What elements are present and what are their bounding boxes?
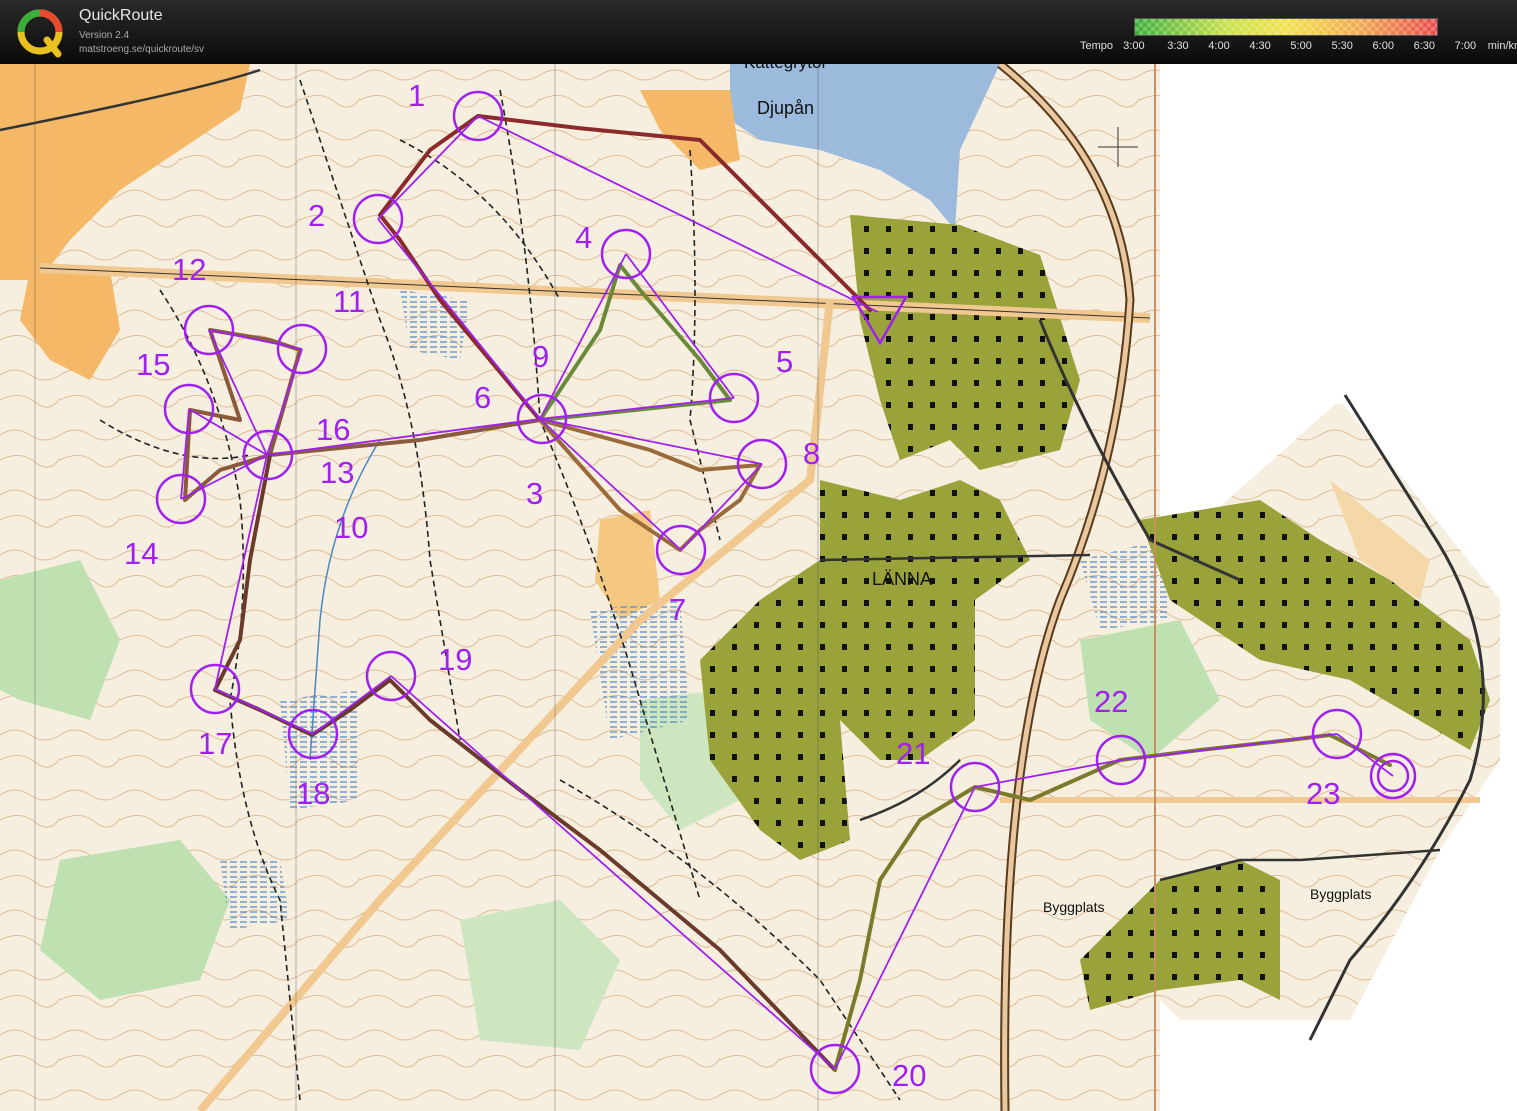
control-number-1: 1 [408,78,425,113]
control-number-5: 5 [776,344,793,379]
control-number-21: 21 [896,736,930,771]
tempo-tick: 5:00 [1290,40,1312,52]
control-number-10: 10 [334,510,368,545]
tempo-tick: 3:30 [1167,40,1189,52]
control-number-15: 15 [136,347,170,382]
app-url: matstroeng.se/quickroute/sv [79,44,205,55]
control-number-9: 9 [532,339,549,374]
control-number-7: 7 [669,592,686,627]
map-white-margin [1160,64,1517,404]
control-number-6: 6 [474,380,491,415]
tempo-unit: min/km [1487,40,1517,52]
place-name-byggplats-west: Byggplats [1043,899,1104,915]
orienteering-map[interactable]: 1 2 3 4 5 6 7 8 9 10 11 12 13 14 15 16 1… [0,64,1517,1111]
tempo-tick: 7:00 [1454,40,1477,52]
tempo-tick: 6:00 [1372,40,1394,52]
control-number-20: 20 [892,1058,926,1093]
place-name-lanna: LÄNNA [872,569,932,589]
place-name-djupan: Djupån [757,98,814,118]
control-number-18: 18 [296,776,330,811]
app-title: QuickRoute [79,7,163,24]
tempo-color-scale [1134,18,1438,36]
control-number-11: 11 [333,284,365,319]
quickroute-logo-icon [17,9,63,58]
control-number-19: 19 [438,642,472,677]
tempo-caption: Tempo [1080,40,1114,52]
marsh [220,860,290,930]
app-header: QuickRoute Version 2.4 matstroeng.se/qui… [0,0,1517,64]
control-number-8: 8 [803,436,820,471]
control-number-22: 22 [1094,684,1128,719]
control-number-17: 17 [198,726,232,761]
control-number-13: 13 [320,455,354,490]
control-number-4: 4 [575,220,592,255]
control-number-3: 3 [526,476,543,511]
control-number-23: 23 [1306,776,1340,811]
app-version: Version 2.4 [79,30,130,41]
place-name-kattegrytor: Kattegrytor [744,64,827,72]
tempo-tick: 5:30 [1331,40,1353,52]
control-number-12: 12 [172,252,206,287]
control-number-2: 2 [308,198,325,233]
tempo-tick: 3:00 [1123,40,1145,52]
tempo-tick: 4:00 [1208,40,1230,52]
place-name-byggplats-east: Byggplats [1310,886,1371,902]
tempo-tick: 6:30 [1413,40,1436,52]
control-number-16: 16 [316,412,350,447]
tempo-tick: 4:30 [1249,40,1271,52]
tempo-legend: Tempo 3:00 3:30 4:00 4:30 5:00 5:30 6:00… [1080,40,1517,52]
control-number-14: 14 [124,536,158,571]
